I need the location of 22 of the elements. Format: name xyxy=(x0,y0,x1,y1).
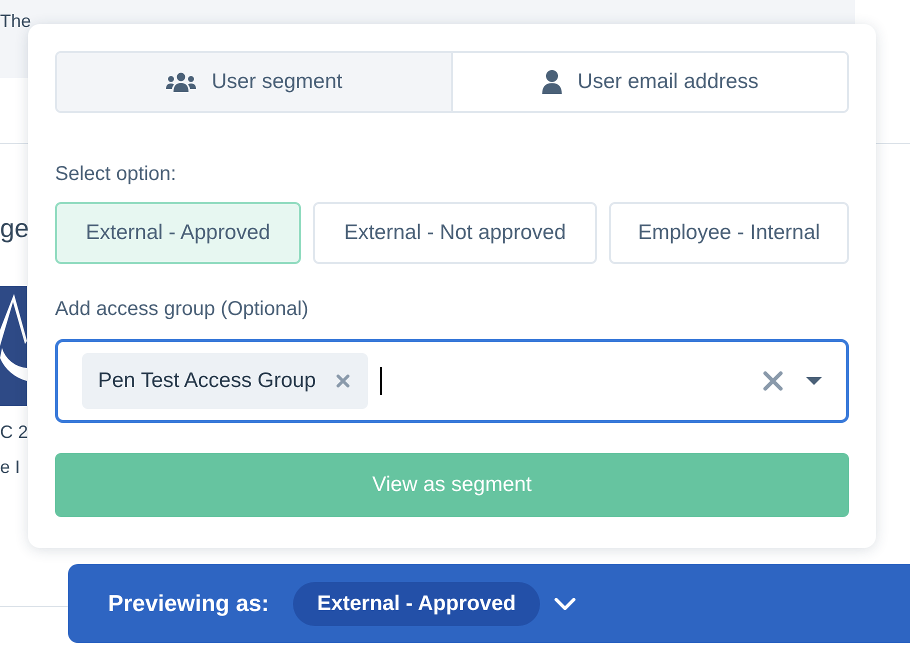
option-button[interactable]: External - Not approved xyxy=(313,202,597,264)
option-button[interactable]: Employee - Internal xyxy=(609,202,849,264)
remove-icon[interactable] xyxy=(336,374,350,388)
access-group-field[interactable]: Pen Test Access Group xyxy=(55,339,849,423)
text-cursor xyxy=(380,367,382,395)
clear-icon[interactable] xyxy=(762,370,784,392)
users-icon xyxy=(166,72,196,92)
tab[interactable]: User segment xyxy=(57,53,451,111)
caption-fragment: C 2 xyxy=(0,422,28,443)
user-icon xyxy=(542,70,562,94)
previewing-label: Previewing as: xyxy=(108,590,270,617)
segment-pill[interactable]: External - Approved xyxy=(293,582,540,626)
option-button[interactable]: External - Approved xyxy=(55,202,301,264)
access-group-label: Add access group (Optional) xyxy=(55,298,310,321)
tag-label: Pen Test Access Group xyxy=(98,369,316,393)
chevron-down-icon[interactable] xyxy=(554,596,576,610)
select-option-label: Select option: xyxy=(55,163,178,186)
dropdown-caret-icon[interactable] xyxy=(806,376,822,386)
team-name-text: The xyxy=(0,10,32,33)
tab[interactable]: User email address xyxy=(451,53,847,111)
heading-fragment: ge xyxy=(0,213,29,244)
caption-fragment: e I xyxy=(0,457,20,478)
